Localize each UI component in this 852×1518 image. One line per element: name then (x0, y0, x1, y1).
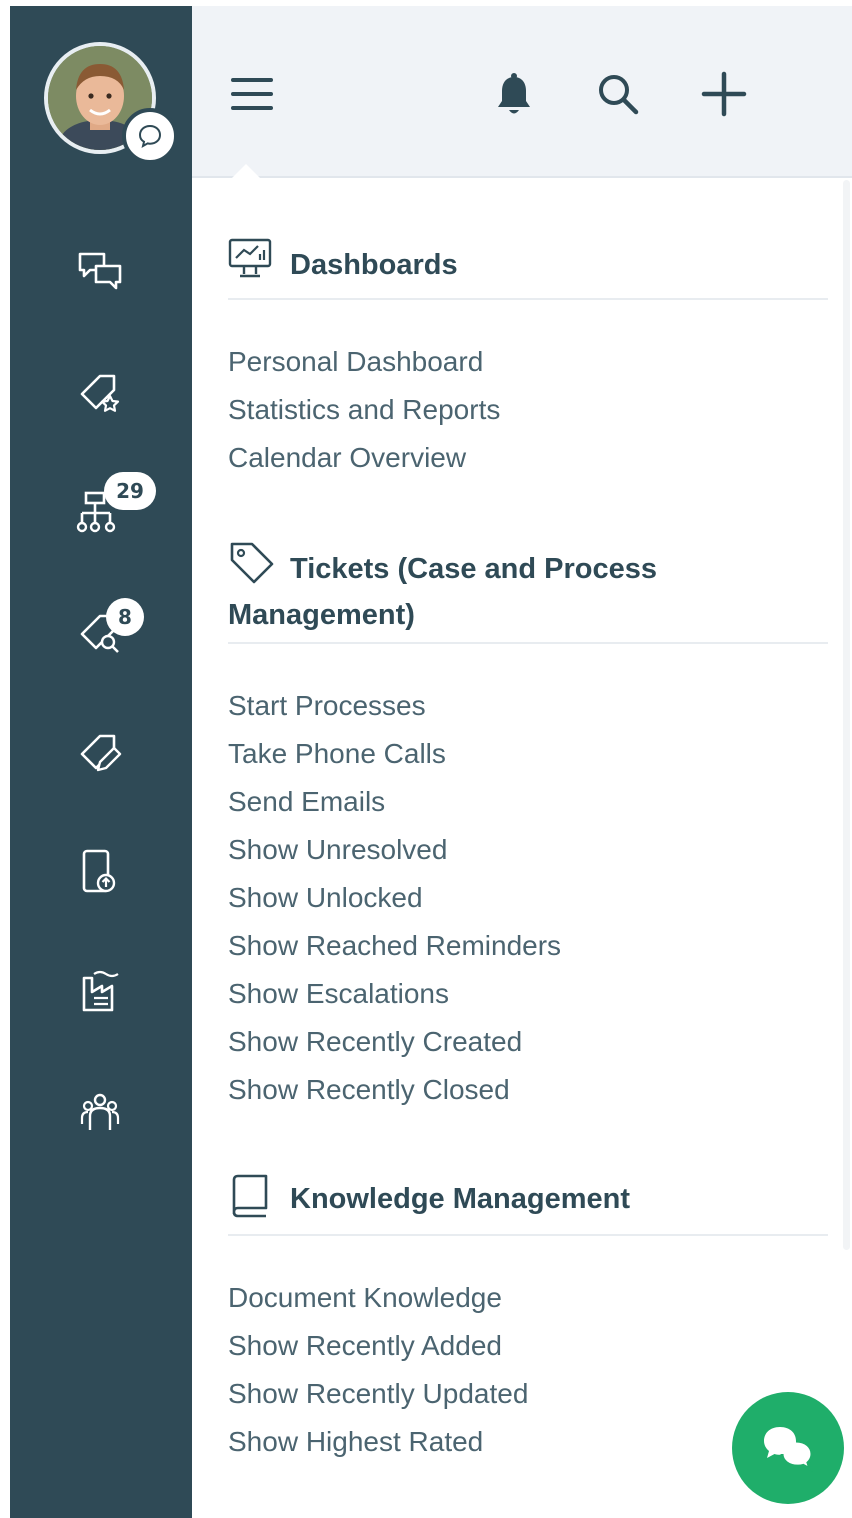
menu-item-start-processes[interactable]: Start Processes (228, 686, 426, 726)
chat-icon[interactable] (72, 244, 128, 300)
menu-item-show-escalations[interactable]: Show Escalations (228, 974, 449, 1014)
phone-upload-icon[interactable] (72, 844, 128, 900)
menu-caret (232, 164, 260, 178)
section-knowledge-title: Knowledge Management (290, 1183, 630, 1215)
menu-item-show-recently-added[interactable]: Show Recently Added (228, 1326, 502, 1366)
section-tickets: Tickets (Case and Process Management) (228, 542, 788, 638)
chat-fab-button[interactable] (732, 1392, 844, 1504)
chat-bubble-icon (138, 124, 162, 148)
user-avatar[interactable] (44, 42, 178, 164)
menu-scrollbar[interactable] (843, 180, 850, 1250)
divider (228, 1234, 828, 1236)
team-icon[interactable] (72, 1084, 128, 1140)
menu-item-take-phone-calls[interactable]: Take Phone Calls (228, 734, 446, 774)
menu-item-show-recently-created[interactable]: Show Recently Created (228, 1022, 522, 1062)
menu-item-show-reached-reminders[interactable]: Show Reached Reminders (228, 926, 561, 966)
search-icon[interactable] (588, 64, 648, 124)
sidebar: 29 8 (10, 6, 192, 1518)
menu-item-show-recently-updated[interactable]: Show Recently Updated (228, 1374, 528, 1414)
menu-item-show-recently-closed[interactable]: Show Recently Closed (228, 1070, 510, 1110)
factory-icon[interactable] (72, 964, 128, 1020)
menu-item-show-unresolved[interactable]: Show Unresolved (228, 830, 447, 870)
menu-item-document-knowledge[interactable]: Document Knowledge (228, 1278, 502, 1318)
tickets-count-badge: 29 (104, 472, 156, 510)
menu-item-send-emails[interactable]: Send Emails (228, 782, 385, 822)
navigation-menu: Dashboards Personal Dashboard Statistics… (192, 178, 852, 1518)
section-dashboards: Dashboards (228, 238, 458, 288)
left-edge (0, 0, 10, 1518)
top-header (192, 6, 852, 176)
tag-star-icon[interactable] (72, 364, 128, 420)
divider (228, 298, 828, 300)
plus-icon[interactable] (694, 64, 754, 124)
section-knowledge: Knowledge Management (228, 1174, 630, 1222)
section-tickets-title-line1: Tickets (Case and Process (290, 553, 657, 585)
hamburger-icon[interactable] (222, 66, 282, 122)
divider (228, 642, 828, 644)
tag-edit-icon[interactable] (72, 724, 128, 780)
menu-item-show-unlocked[interactable]: Show Unlocked (228, 878, 423, 918)
chat-status-badge[interactable] (122, 108, 178, 164)
bell-icon[interactable] (484, 66, 544, 126)
menu-item-calendar-overview[interactable]: Calendar Overview (228, 438, 466, 478)
monitor-chart-icon (228, 236, 274, 296)
chat-bubbles-icon (764, 1427, 814, 1473)
menu-item-statistics-reports[interactable]: Statistics and Reports (228, 390, 500, 430)
book-icon (228, 1172, 272, 1234)
section-tickets-title-line2: Management) (228, 599, 415, 631)
search-count-badge: 8 (106, 598, 144, 636)
menu-item-show-highest-rated[interactable]: Show Highest Rated (228, 1422, 483, 1462)
menu-item-personal-dashboard[interactable]: Personal Dashboard (228, 342, 483, 382)
tag-icon (228, 538, 276, 600)
